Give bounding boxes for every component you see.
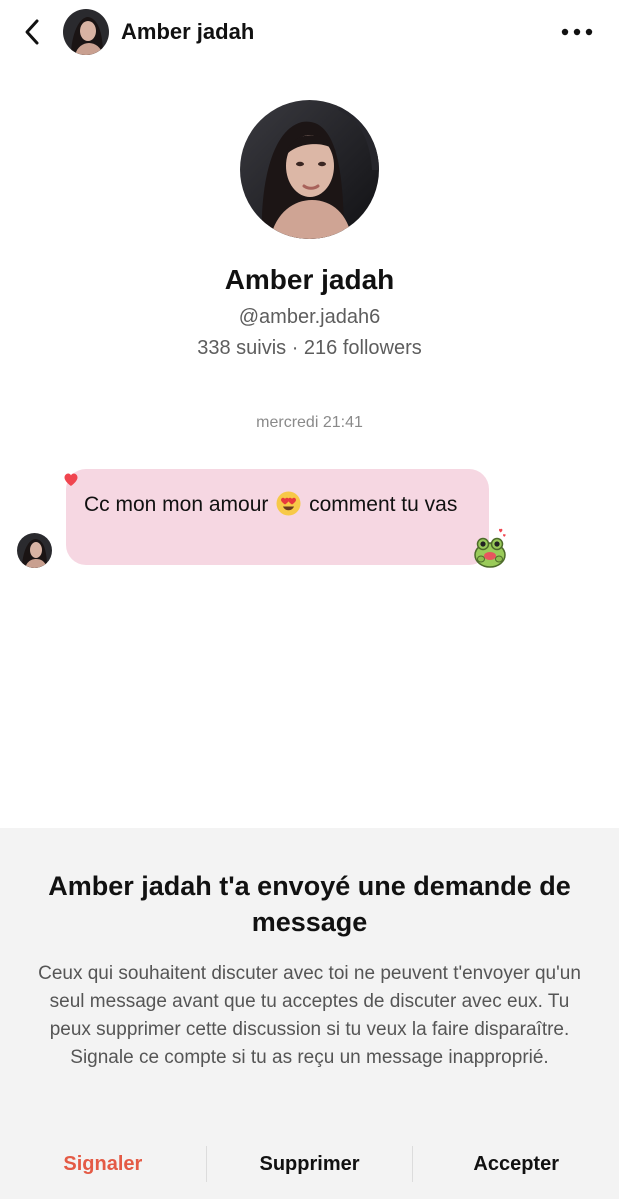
profile-name: Amber jadah [224,264,395,295]
accept-button[interactable]: Accepter [413,1146,619,1182]
request-actions: Signaler Supprimer Accepter [0,1146,619,1182]
header-avatar[interactable] [63,9,109,55]
message-bubble[interactable]: Cc mon mon amour comment tu vas [66,469,489,565]
profile-avatar[interactable] [240,100,379,239]
report-button[interactable]: Signaler [0,1146,207,1182]
heart-icon [64,473,78,486]
chat-header: Amber jadah [0,0,619,64]
request-description: Ceux qui souhaitent discuter avec toi ne… [38,963,581,1068]
message-text-start: Cc mon mon amour [84,493,269,516]
profile-stats[interactable]: 338 suivis · 216 followers [0,335,619,361]
profile-handle: @amber.jadah6 [238,306,381,328]
heart-eyes-emoji-icon [276,491,301,516]
request-title: Amber jadah t'a envoyé une demande de me… [48,871,571,937]
frog-sticker-icon[interactable] [472,527,508,569]
chevron-left-icon [25,19,39,45]
message-text-end: comment tu vas [309,493,458,516]
more-options-button[interactable] [557,16,597,48]
message-sender-avatar[interactable] [17,533,52,568]
message-timestamp: mercredi 21:41 [256,414,363,431]
delete-button[interactable]: Supprimer [207,1146,414,1182]
message-text: Cc mon mon amour comment tu vas [84,489,475,521]
more-horizontal-icon [561,28,593,36]
header-contact-name[interactable]: Amber jadah [121,18,254,46]
message-request-sheet: Amber jadah t'a envoyé une demande de me… [0,828,619,1199]
back-button[interactable] [14,14,50,50]
